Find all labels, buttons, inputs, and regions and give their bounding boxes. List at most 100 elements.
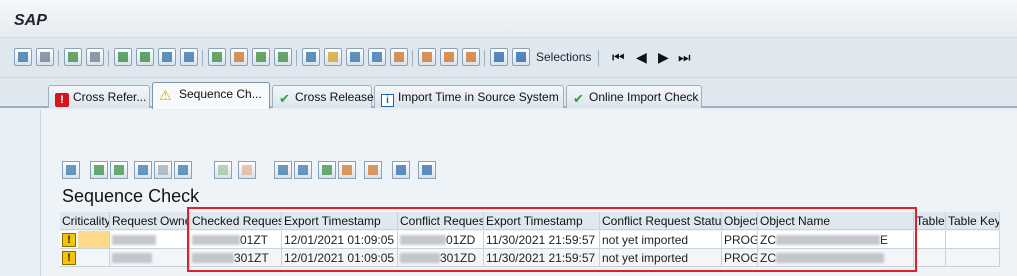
tab-cross-reference[interactable]: ! Cross Refer... [48, 85, 150, 108]
views-icon[interactable] [294, 161, 312, 179]
tab-label: Import Time in Source System [398, 90, 559, 104]
redacted-text [192, 235, 240, 245]
info-icon[interactable] [392, 161, 410, 179]
layout-icon[interactable] [338, 161, 356, 179]
column-header-conflict-request-status[interactable]: Conflict Request Status [600, 212, 722, 230]
graphic-icon[interactable] [364, 161, 382, 179]
info-icon[interactable] [490, 48, 508, 66]
column-header-object[interactable]: Object [722, 212, 758, 230]
selections-info-icon[interactable] [512, 48, 530, 66]
warning-icon: ! [62, 251, 76, 265]
tab-label: Sequence Ch... [179, 87, 262, 101]
table-cell [914, 249, 946, 267]
find-icon[interactable] [14, 48, 32, 66]
tab-sequence-check[interactable]: ⚠ Sequence Ch... [152, 82, 270, 109]
tab-import-time-source[interactable]: i Import Time in Source System [374, 85, 564, 108]
table-key-cell [946, 231, 1000, 249]
object-cell: PROG [722, 231, 758, 249]
conflict-status-cell: not yet imported [600, 231, 722, 249]
application-toolbar: Selections ⏮ ◀ ▶ ⏭ [0, 38, 1017, 78]
object-cell: PROG [722, 249, 758, 267]
details-icon[interactable] [62, 161, 80, 179]
title-bar: SAP [0, 0, 1017, 38]
mail-icon[interactable] [368, 48, 386, 66]
column-header-table-key[interactable]: Table Key [946, 212, 1000, 230]
last-page-icon[interactable]: ⏭ [678, 49, 691, 65]
sum-icon[interactable] [208, 48, 226, 66]
column-header-criticality[interactable]: Criticality [60, 212, 110, 230]
redacted-text [192, 253, 234, 263]
table-row[interactable]: ! 01ZT 12/01/2021 01:09:05 01ZD 11/30/20… [60, 231, 1000, 249]
redacted-text [776, 253, 884, 263]
check-icon: ✔ [573, 91, 584, 106]
print-icon[interactable] [274, 161, 292, 179]
subtotal-icon[interactable] [230, 48, 248, 66]
layout-icon[interactable] [36, 48, 54, 66]
tab-label: Online Import Check [589, 90, 699, 104]
local-file-icon[interactable] [346, 48, 364, 66]
conflict-status-cell: not yet imported [600, 249, 722, 267]
export-timestamp-cell: 12/01/2021 01:09:05 [282, 231, 398, 249]
request-owner-cell [110, 249, 190, 267]
object-name-suffix: E [880, 233, 889, 247]
graphic-icon[interactable] [390, 48, 408, 66]
selections-button[interactable]: Selections [536, 50, 591, 64]
sort-descending-icon[interactable] [136, 48, 154, 66]
sum-icon[interactable] [214, 161, 232, 179]
checked-request-cell: 01ZT [190, 231, 282, 249]
subtotal-icon[interactable] [238, 161, 256, 179]
column-header-conflict-request[interactable]: Conflict Request [398, 212, 484, 230]
export-icon[interactable] [64, 48, 82, 66]
column-header-table[interactable]: Table [914, 212, 946, 230]
view-icon[interactable] [324, 48, 342, 66]
warning-icon: ⚠ [159, 87, 172, 103]
column-header-export-timestamp[interactable]: Export Timestamp [282, 212, 398, 230]
table-cell [914, 231, 946, 249]
conflict-request-cell: 01ZD [398, 231, 484, 249]
conflict-timestamp-cell: 11/30/2021 21:59:57 [484, 249, 600, 267]
export-timestamp-cell: 12/01/2021 01:09:05 [282, 249, 398, 267]
collapse-icon[interactable] [274, 48, 292, 66]
app-title: SAP [14, 12, 47, 29]
info-icon: i [381, 94, 394, 107]
sort-descending-icon[interactable] [110, 161, 128, 179]
column-header-object-name[interactable]: Object Name [758, 212, 914, 230]
help-info-icon[interactable] [418, 161, 436, 179]
conflict-request-value: 301ZD [440, 251, 477, 265]
next-page-icon[interactable]: ▶ [658, 49, 669, 65]
import-icon[interactable] [86, 48, 104, 66]
redacted-text [776, 235, 880, 245]
sort-ascending-icon[interactable] [114, 48, 132, 66]
change-layout-icon[interactable] [418, 48, 436, 66]
save-layout-icon[interactable] [462, 48, 480, 66]
tab-online-import-check[interactable]: ✔ Online Import Check [566, 85, 702, 108]
checked-request-value: 01ZT [240, 233, 269, 247]
redacted-text [112, 253, 152, 263]
tab-label: Cross Refer... [73, 90, 147, 104]
find-icon[interactable] [134, 161, 152, 179]
section-title: Sequence Check [62, 186, 200, 206]
tab-cross-release[interactable]: ✔ Cross Release [272, 85, 374, 108]
filter-icon[interactable] [158, 48, 176, 66]
expand-icon[interactable] [252, 48, 270, 66]
first-page-icon[interactable]: ⏮ [612, 49, 625, 65]
conflict-request-value: 01ZD [446, 233, 476, 247]
criticality-cell: ! [60, 231, 110, 249]
sort-ascending-icon[interactable] [90, 161, 108, 179]
table-row[interactable]: ! 301ZT 12/01/2021 01:09:05 301ZD 11/30/… [60, 249, 1000, 267]
previous-page-icon[interactable]: ◀ [636, 49, 647, 65]
column-header-request-owner[interactable]: Request Owner [110, 212, 190, 230]
redacted-text [112, 235, 156, 245]
column-header-conflict-export-timestamp[interactable]: Export Timestamp [484, 212, 600, 230]
column-header-checked-request[interactable]: Checked Request [190, 212, 282, 230]
object-name-cell: ZC E [758, 231, 914, 249]
choose-layout-icon[interactable] [440, 48, 458, 66]
print-icon[interactable] [302, 48, 320, 66]
find-next-icon[interactable] [154, 161, 172, 179]
redacted-text [400, 253, 440, 263]
filter-delete-icon[interactable] [180, 48, 198, 66]
object-name-cell: ZC [758, 249, 914, 267]
error-icon: ! [55, 93, 69, 107]
filter-icon[interactable] [174, 161, 192, 179]
export-icon[interactable] [318, 161, 336, 179]
